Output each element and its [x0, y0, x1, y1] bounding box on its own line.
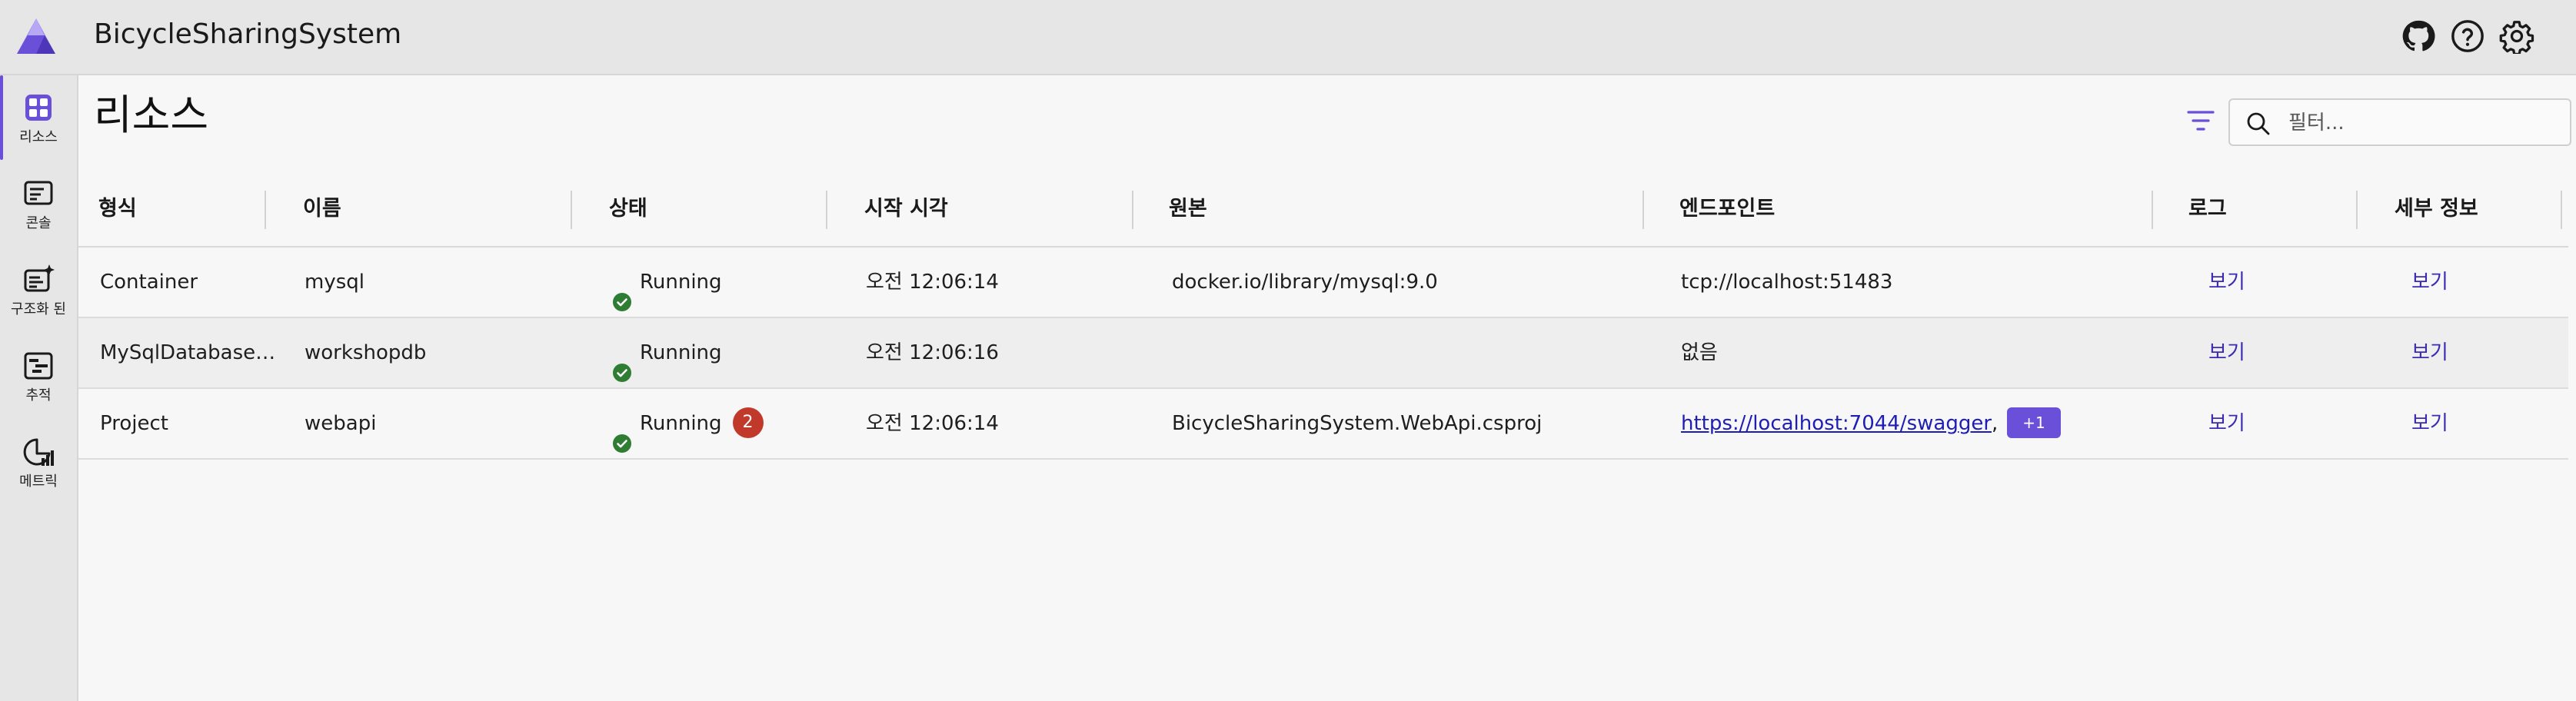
- cell-source: BicycleSharingSystem.WebApi.csproj: [1172, 412, 1543, 435]
- page-title: 리소스: [94, 91, 209, 139]
- column-header-logs[interactable]: 로그: [2188, 171, 2227, 248]
- column-resize-handle[interactable]: [826, 191, 827, 229]
- table-header-row: 형식 이름 상태 시작 시각 원본 엔드포인트 로그 세부 정보: [78, 171, 2568, 248]
- state-label: Running: [640, 412, 722, 435]
- column-resize-handle[interactable]: [2561, 191, 2562, 229]
- column-header-details[interactable]: 세부 정보: [2395, 171, 2478, 248]
- console-icon: [20, 175, 57, 212]
- app-logo-icon[interactable]: [15, 17, 57, 55]
- column-resize-handle[interactable]: [265, 191, 266, 229]
- column-resize-handle[interactable]: [1642, 191, 1644, 229]
- sidebar-item-metrics[interactable]: 메트릭: [0, 420, 77, 504]
- cell-source: docker.io/library/mysql:9.0: [1172, 271, 1438, 294]
- search-input[interactable]: [2288, 106, 2558, 140]
- grid-icon: [20, 89, 57, 126]
- top-header: BicycleSharingSystem: [0, 0, 2576, 75]
- column-header-name[interactable]: 이름: [303, 171, 341, 248]
- cell-type: Project: [100, 412, 168, 435]
- cell-type: Container: [100, 271, 198, 294]
- running-check-icon: [612, 413, 632, 453]
- metrics-icon: [20, 434, 57, 470]
- sidebar-item-traces[interactable]: 추적: [0, 334, 77, 418]
- sidebar-item-resources[interactable]: 리소스: [0, 75, 77, 160]
- view-details-link[interactable]: 보기: [2411, 318, 2448, 387]
- filter-icon[interactable]: [2182, 106, 2219, 137]
- app-title[interactable]: BicycleSharingSystem: [94, 15, 401, 54]
- sidebar-item-label: 구조화 된: [11, 301, 66, 317]
- column-resize-handle[interactable]: [571, 191, 572, 229]
- cell-name: workshopdb: [305, 341, 427, 364]
- running-check-icon: [612, 342, 632, 382]
- endpoint-separator: ,: [1992, 412, 1999, 435]
- state-label: Running: [640, 341, 722, 364]
- cell-state: Running 2: [612, 389, 764, 458]
- view-logs-link[interactable]: 보기: [2208, 248, 2245, 317]
- column-header-source[interactable]: 원본: [1169, 171, 1207, 248]
- table-row[interactable]: MySqlDatabase… workshopdb Running 오전 12:…: [78, 318, 2568, 389]
- cell-start-time: 오전 12:06:14: [866, 412, 999, 435]
- table-row[interactable]: Project webapi Running 2 오전 12:06:14 Bicy…: [78, 389, 2568, 460]
- column-header-state[interactable]: 상태: [609, 171, 647, 248]
- settings-gear-icon[interactable]: [2499, 18, 2534, 56]
- structured-logs-icon: [20, 261, 57, 298]
- table-row[interactable]: Container mysql Running 오전 12:06:14 dock…: [78, 248, 2568, 318]
- sidebar-item-label: 콘솔: [25, 215, 52, 231]
- state-label: Running: [640, 271, 722, 294]
- view-details-link[interactable]: 보기: [2411, 389, 2448, 458]
- cell-state: Running: [612, 248, 722, 317]
- cell-type: MySqlDatabase…: [100, 341, 276, 364]
- cell-name: webapi: [305, 412, 377, 435]
- cell-start-time: 오전 12:06:16: [866, 341, 999, 364]
- cell-state: Running: [612, 318, 722, 387]
- cell-start-time: 오전 12:06:14: [866, 271, 999, 294]
- resources-table: 형식 이름 상태 시작 시각 원본 엔드포인트 로그 세부 정보 Contain…: [78, 171, 2568, 460]
- sidebar-nav: 리소스 콘솔 구조화 된 추적 메트릭: [0, 75, 78, 701]
- help-icon[interactable]: [2450, 18, 2485, 54]
- github-icon[interactable]: [2401, 18, 2436, 54]
- sidebar-item-console[interactable]: 콘솔: [0, 161, 77, 246]
- column-resize-handle[interactable]: [1132, 191, 1133, 229]
- column-header-endpoints[interactable]: 엔드포인트: [1679, 171, 1775, 248]
- view-logs-link[interactable]: 보기: [2208, 389, 2245, 458]
- error-count-badge[interactable]: 2: [732, 407, 764, 438]
- sidebar-item-label: 리소스: [19, 129, 58, 145]
- column-header-type[interactable]: 형식: [98, 171, 137, 248]
- column-resize-handle[interactable]: [2356, 191, 2358, 229]
- column-resize-handle[interactable]: [2152, 191, 2153, 229]
- sidebar-item-label: 추적: [25, 387, 52, 404]
- cell-endpoint: tcp://localhost:51483: [1681, 271, 1893, 294]
- column-header-start-time[interactable]: 시작 시각: [864, 171, 948, 248]
- search-field[interactable]: [2228, 98, 2571, 146]
- cell-endpoint: 없음: [1681, 341, 1718, 364]
- view-logs-link[interactable]: 보기: [2208, 318, 2245, 387]
- traces-icon: [20, 347, 57, 384]
- sidebar-item-structured[interactable]: 구조화 된: [0, 248, 77, 332]
- endpoint-link[interactable]: https://localhost:7044/swagger: [1681, 412, 1992, 435]
- cell-endpoint: https://localhost:7044/swagger, +1: [1681, 389, 2061, 458]
- view-details-link[interactable]: 보기: [2411, 248, 2448, 317]
- sidebar-item-label: 메트릭: [19, 473, 58, 490]
- more-endpoints-badge[interactable]: +1: [2007, 407, 2061, 438]
- search-icon: [2245, 111, 2271, 137]
- running-check-icon: [612, 271, 632, 311]
- cell-name: mysql: [305, 271, 364, 294]
